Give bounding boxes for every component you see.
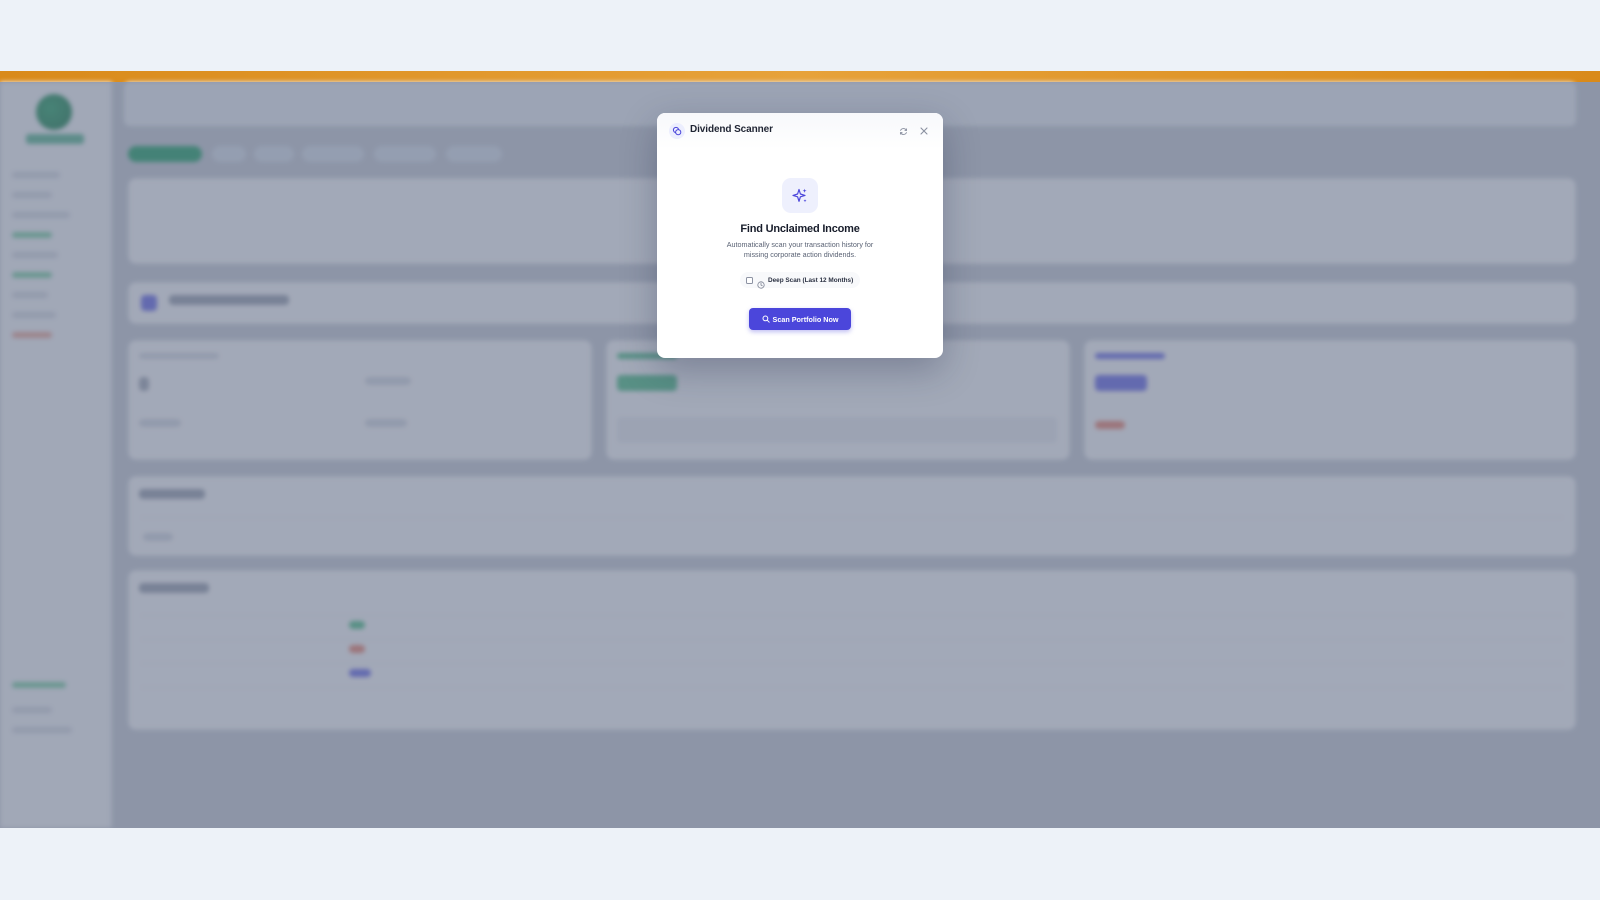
refresh-icon[interactable] bbox=[896, 124, 910, 138]
sparkles-icon bbox=[782, 178, 818, 213]
coins-icon bbox=[669, 123, 685, 139]
modal-header: Dividend Scanner bbox=[657, 113, 943, 149]
deep-scan-checkbox[interactable] bbox=[746, 276, 753, 284]
scan-button-label: Scan Portfolio Now bbox=[772, 314, 839, 324]
clock-icon bbox=[757, 276, 765, 289]
close-icon[interactable] bbox=[917, 124, 931, 138]
deep-scan-option[interactable]: Deep Scan (Last 12 Months) bbox=[740, 272, 860, 289]
hero-description: Automatically scan your transaction hist… bbox=[726, 240, 874, 259]
accent-bar bbox=[0, 71, 1600, 82]
dividend-scanner-modal: Dividend Scanner Find Unclaimed Income A… bbox=[657, 113, 943, 358]
search-icon bbox=[762, 315, 770, 323]
modal-title: Dividend Scanner bbox=[690, 124, 773, 135]
deep-scan-label: Deep Scan (Last 12 Months) bbox=[768, 276, 854, 284]
scan-portfolio-button[interactable]: Scan Portfolio Now bbox=[749, 308, 851, 330]
hero-title: Find Unclaimed Income bbox=[740, 223, 860, 235]
